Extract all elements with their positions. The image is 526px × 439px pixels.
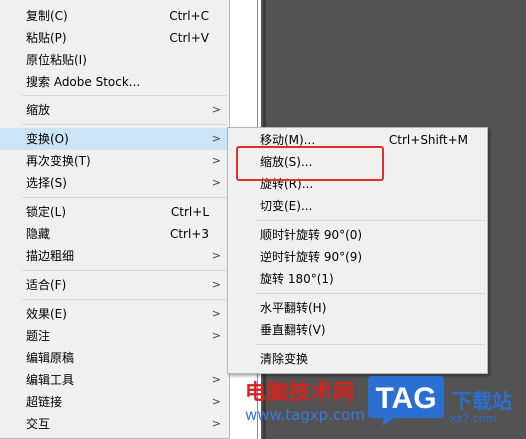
menu-item-label: 超链接 <box>26 395 63 409</box>
submenu-item-rotate-ccw-90[interactable]: 逆时针旋转 90°(9) <box>228 246 487 268</box>
menu-item-paste[interactable]: 粘贴(P) Ctrl+V <box>0 27 229 49</box>
menu-item-label: 描边粗细 <box>26 249 75 263</box>
menu-item-hide[interactable]: 隐藏 Ctrl+3 <box>0 223 229 245</box>
menu-item-shortcut: Ctrl+3 <box>169 227 209 241</box>
submenu-item-clear-transformations[interactable]: 清除变换 <box>228 348 487 370</box>
chevron-right-icon: > <box>211 278 221 291</box>
watermark-url: www.tagxp.com <box>245 406 365 424</box>
menu-item-label: 切变(E)... <box>260 199 313 213</box>
menu-item-label: 选择(S) <box>26 176 67 190</box>
menu-item-label: 隐藏 <box>26 227 51 241</box>
watermark-domain: xz7.com <box>450 412 497 425</box>
tag-logo-icon: TAG <box>368 376 444 426</box>
menu-item-shortcut: Ctrl+L <box>170 205 209 219</box>
menu-item-label: 水平翻转(H) <box>260 301 327 315</box>
chevron-right-icon: > <box>211 373 221 386</box>
submenu-item-rotate-cw-90[interactable]: 顺时针旋转 90°(0) <box>228 224 487 246</box>
menu-item-shortcut: Ctrl+V <box>169 31 209 45</box>
menu-item-transform[interactable]: 变换(O) > <box>0 128 229 150</box>
menu-item-shortcut: Ctrl+Shift+M <box>388 133 468 147</box>
menu-item-label: 清除变换 <box>260 352 309 366</box>
menu-item-lock[interactable]: 锁定(L) Ctrl+L <box>0 201 229 223</box>
menu-item-shortcut: Ctrl+C <box>169 9 209 23</box>
menu-separator <box>256 220 485 221</box>
annotation-highlight-box <box>236 146 384 181</box>
chevron-right-icon: > <box>211 154 221 167</box>
submenu-item-rotate-180[interactable]: 旋转 180°(1) <box>228 268 487 290</box>
menu-item-search-adobe-stock[interactable]: 搜索 Adobe Stock... <box>0 71 229 93</box>
menu-item-label: 搜索 Adobe Stock... <box>26 75 141 89</box>
menu-item-hyperlinks[interactable]: 超链接 > <box>0 391 229 413</box>
chevron-right-icon: > <box>211 307 221 320</box>
menu-item-transform-again[interactable]: 再次变换(T) > <box>0 150 229 172</box>
chevron-right-icon: > <box>211 417 221 430</box>
menu-item-paste-in-place[interactable]: 原位粘贴(I) <box>0 49 229 71</box>
menu-separator <box>256 293 485 294</box>
menu-separator <box>256 344 485 345</box>
menu-item-edit-original[interactable]: 编辑原稿 <box>0 347 229 369</box>
submenu-item-flip-horizontal[interactable]: 水平翻转(H) <box>228 297 487 319</box>
menu-item-label: 顺时针旋转 90°(0) <box>260 228 363 242</box>
chevron-right-icon: > <box>211 329 221 342</box>
menu-item-label: 再次变换(T) <box>26 154 91 168</box>
menu-separator <box>22 197 227 198</box>
watermark-logo-text: TAG <box>375 382 436 415</box>
context-menu: 复制(C) Ctrl+C 粘贴(P) Ctrl+V 原位粘贴(I) 搜索 Ado… <box>0 0 230 439</box>
menu-separator <box>22 124 227 125</box>
menu-item-label: 锁定(L) <box>26 205 67 219</box>
menu-item-label: 适合(F) <box>26 278 67 292</box>
menu-item-zoom[interactable]: 缩放 > <box>0 99 229 121</box>
menu-item-label: 交互 <box>26 417 51 431</box>
menu-item-label: 旋转 180°(1) <box>260 272 334 286</box>
menu-item-label: 复制(C) <box>26 9 68 23</box>
submenu-item-shear[interactable]: 切变(E)... <box>228 195 487 217</box>
menu-item-label: 逆时针旋转 90°(9) <box>260 250 363 264</box>
menu-item-label: 垂直翻转(V) <box>260 323 326 337</box>
menu-item-label: 编辑工具 <box>26 373 75 387</box>
watermark-site-name: 电脑技术网 <box>245 380 355 404</box>
chevron-right-icon: > <box>211 132 221 145</box>
menu-separator <box>22 299 227 300</box>
chevron-right-icon: > <box>211 103 221 116</box>
menu-item-label: 效果(E) <box>26 307 67 321</box>
submenu-item-flip-vertical[interactable]: 垂直翻转(V) <box>228 319 487 341</box>
chevron-right-icon: > <box>211 176 221 189</box>
menu-item-fitting[interactable]: 适合(F) > <box>0 274 229 296</box>
menu-item-label: 变换(O) <box>26 132 69 146</box>
chevron-right-icon: > <box>211 395 221 408</box>
menu-item-stroke-weight[interactable]: 描边粗细 > <box>0 245 229 267</box>
menu-item-effects[interactable]: 效果(E) > <box>0 303 229 325</box>
menu-item-label: 编辑原稿 <box>26 351 75 365</box>
chevron-right-icon: > <box>211 249 221 262</box>
menu-item-label: 原位粘贴(I) <box>26 53 87 67</box>
menu-item-label: 缩放 <box>26 103 51 117</box>
menu-separator <box>22 270 227 271</box>
menu-separator <box>22 95 227 96</box>
watermark-download-text: 下载站 <box>452 389 512 413</box>
menu-item-label: 粘贴(P) <box>26 31 67 45</box>
menu-item-captions[interactable]: 题注 > <box>0 325 229 347</box>
menu-item-edit-with[interactable]: 编辑工具 > <box>0 369 229 391</box>
menu-item-copy[interactable]: 复制(C) Ctrl+C <box>0 5 229 27</box>
menu-item-select[interactable]: 选择(S) > <box>0 172 229 194</box>
menu-item-interactive[interactable]: 交互 > <box>0 413 229 435</box>
menu-item-label: 题注 <box>26 329 51 343</box>
